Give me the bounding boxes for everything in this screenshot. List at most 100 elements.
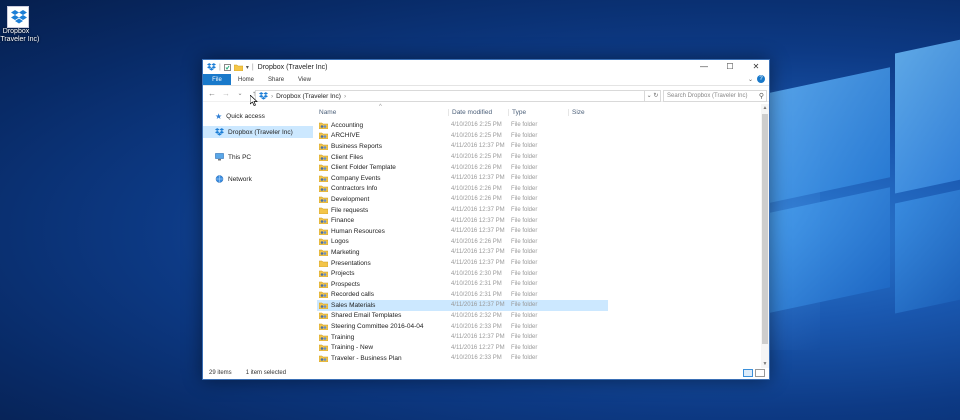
table-row[interactable]: Projects 4/10/2016 2:30 PM File folder [317, 268, 761, 279]
tab-file[interactable]: File [203, 74, 231, 85]
title-bar: | ▾ | Dropbox (Traveler Inc) — ☐ ✕ [203, 60, 769, 74]
search-icon[interactable]: ⚲ [759, 91, 764, 102]
cell-date-modified: 4/10/2016 2:32 PM [451, 312, 502, 319]
forward-button[interactable]: → [221, 89, 231, 98]
nav-item-this-pc[interactable]: This PC [203, 151, 313, 163]
file-name: Steering Committee 2016-04-04 [331, 323, 424, 331]
column-headers: ^ Name Date modified Type Size [317, 104, 761, 120]
breadcrumb-separator[interactable]: › [271, 93, 273, 100]
maximize-button[interactable]: ☐ [717, 60, 743, 74]
cell-type: File folder [511, 334, 538, 341]
refresh-button[interactable]: ↻ [653, 93, 658, 99]
table-row[interactable]: Business Reports 4/11/2016 12:37 PM File f… [317, 141, 761, 152]
file-list: ^ Name Date modified Type Size Accountin… [317, 104, 761, 368]
shared-folder-icon [319, 323, 328, 331]
cell-date-modified: 4/11/2016 12:37 PM [451, 143, 505, 150]
table-row[interactable]: Sales Materials 4/11/2016 12:37 PM File fo… [317, 300, 608, 311]
file-name: Company Events [331, 174, 381, 182]
search-input[interactable]: Search Dropbox (Traveler Inc) ⚲ [663, 90, 767, 102]
address-bar[interactable]: › Dropbox (Traveler Inc) › [255, 90, 645, 102]
column-name[interactable]: Name [317, 109, 448, 116]
table-row[interactable]: Contractors Info 4/10/2016 2:26 PM File fo… [317, 184, 761, 195]
table-row[interactable]: Company Events 4/11/2016 12:37 PM File fol… [317, 173, 761, 184]
nav-item-label: Network [228, 175, 252, 183]
breadcrumb-separator[interactable]: › [344, 93, 346, 100]
cell-name: Marketing [317, 249, 448, 256]
shared-folder-icon [319, 249, 328, 256]
tab-share[interactable]: Share [261, 74, 291, 85]
file-name: File requests [331, 206, 369, 214]
table-row[interactable]: Accounting 4/10/2016 2:25 PM File folder [317, 120, 761, 131]
minimize-button[interactable]: — [691, 60, 717, 74]
scroll-up-icon[interactable]: ▲ [761, 104, 769, 112]
table-row[interactable]: Client Folder Template 4/10/2016 2:26 PM F… [317, 162, 761, 173]
table-row[interactable]: Finance 4/11/2016 12:37 PM File folder [317, 215, 761, 226]
cell-date-modified: 4/10/2016 2:31 PM [451, 281, 502, 288]
table-row[interactable]: Shared Email Templates 4/10/2016 2:32 PM F… [317, 311, 761, 322]
cell-date-modified: 4/10/2016 2:26 PM [451, 185, 502, 192]
cell-name: File requests [317, 207, 448, 214]
table-row[interactable]: Development 4/10/2016 2:26 PM File folder [317, 194, 761, 205]
file-name: Human Resources [331, 227, 385, 235]
table-row[interactable]: Training - New 4/11/2016 12:27 PM File fol… [317, 342, 761, 353]
new-folder-icon[interactable] [233, 64, 243, 71]
table-row[interactable]: Marketing 4/11/2016 12:37 PM File folder [317, 247, 761, 258]
breadcrumb-dropbox[interactable]: Dropbox (Traveler Inc) [276, 93, 341, 100]
cell-date-modified: 4/10/2016 2:26 PM [451, 164, 502, 171]
desktop-icon-dropbox[interactable]: Dropbox (Traveler Inc) [0, 6, 39, 44]
file-name: Development [331, 195, 370, 203]
table-row[interactable]: Traveler - Business Plan 4/10/2016 2:33 P… [317, 353, 761, 364]
file-name: Prospects [331, 280, 360, 288]
table-row[interactable]: Prospects 4/10/2016 2:31 PM File folder [317, 279, 761, 290]
cell-date-modified: 4/11/2016 12:37 PM [451, 228, 505, 235]
file-name: Traveler - Business Plan [331, 354, 402, 362]
help-icon[interactable]: ? [757, 75, 765, 83]
details-view-button[interactable] [743, 369, 753, 377]
nav-item-quick-access[interactable]: ★ Quick access [203, 110, 313, 122]
expand-ribbon-icon[interactable]: ⌄ [748, 76, 753, 83]
table-row[interactable]: File requests 4/11/2016 12:37 PM File fold… [317, 205, 761, 216]
vertical-scrollbar[interactable]: ▲ ▼ [761, 104, 769, 368]
window-title: Dropbox (Traveler Inc) [257, 63, 328, 71]
tab-home[interactable]: Home [231, 74, 261, 85]
nav-item-dropbox[interactable]: Dropbox (Traveler Inc) [203, 126, 313, 138]
properties-icon[interactable] [223, 63, 231, 71]
cell-name: Logos [317, 238, 448, 246]
column-date-modified[interactable]: Date modified [448, 108, 508, 116]
column-size[interactable]: Size [568, 108, 608, 116]
tab-view[interactable]: View [291, 74, 318, 85]
customize-toolbar-icon[interactable]: ▾ [246, 64, 249, 71]
ribbon-controls: ⌄ ? [748, 75, 765, 83]
cell-name: Client Folder Template [317, 164, 448, 172]
table-row[interactable]: Training 4/11/2016 12:37 PM File folder [317, 332, 761, 343]
file-name: Finance [331, 217, 355, 225]
nav-item-network[interactable]: Network [203, 173, 313, 185]
cell-type: File folder [511, 291, 538, 298]
scroll-thumb[interactable] [762, 114, 768, 344]
address-dropdown-button[interactable]: ⌄ [647, 93, 652, 99]
shared-folder-icon [319, 239, 328, 246]
cell-type: File folder [511, 270, 538, 277]
table-row[interactable]: ARCHIVE 4/10/2016 2:25 PM File folder [317, 131, 761, 142]
dropbox-icon [215, 128, 224, 136]
recent-locations-button[interactable]: ⌄ [235, 90, 245, 97]
large-icons-view-button[interactable] [755, 369, 765, 377]
search-placeholder: Search Dropbox (Traveler Inc) [667, 93, 748, 99]
close-button[interactable]: ✕ [743, 60, 769, 74]
cell-name: Business Reports [317, 143, 448, 150]
table-row[interactable]: Steering Committee 2016-04-04 4/10/2016 2… [317, 321, 761, 332]
table-row[interactable]: Human Resources 4/11/2016 12:37 PM File fo… [317, 226, 761, 237]
cell-type: File folder [511, 175, 538, 182]
table-row[interactable]: Logos 4/10/2016 2:26 PM File folder [317, 237, 761, 248]
shared-folder-icon [319, 355, 328, 362]
cell-date-modified: 4/11/2016 12:37 PM [451, 175, 505, 182]
back-button[interactable]: ← [207, 89, 217, 98]
table-row[interactable]: Presentations 4/11/2016 12:37 PM File fold… [317, 258, 761, 269]
table-row[interactable]: Recorded calls 4/10/2016 2:31 PM File fold… [317, 290, 761, 301]
shared-folder-icon [319, 154, 328, 161]
table-row[interactable]: Client Files 4/10/2016 2:25 PM File folder [317, 152, 761, 163]
window-controls: — ☐ ✕ [691, 60, 769, 74]
desktop-icon-label-1: Dropbox [2, 28, 30, 35]
column-type[interactable]: Type [508, 108, 568, 116]
cell-name: ARCHIVE [317, 132, 448, 140]
